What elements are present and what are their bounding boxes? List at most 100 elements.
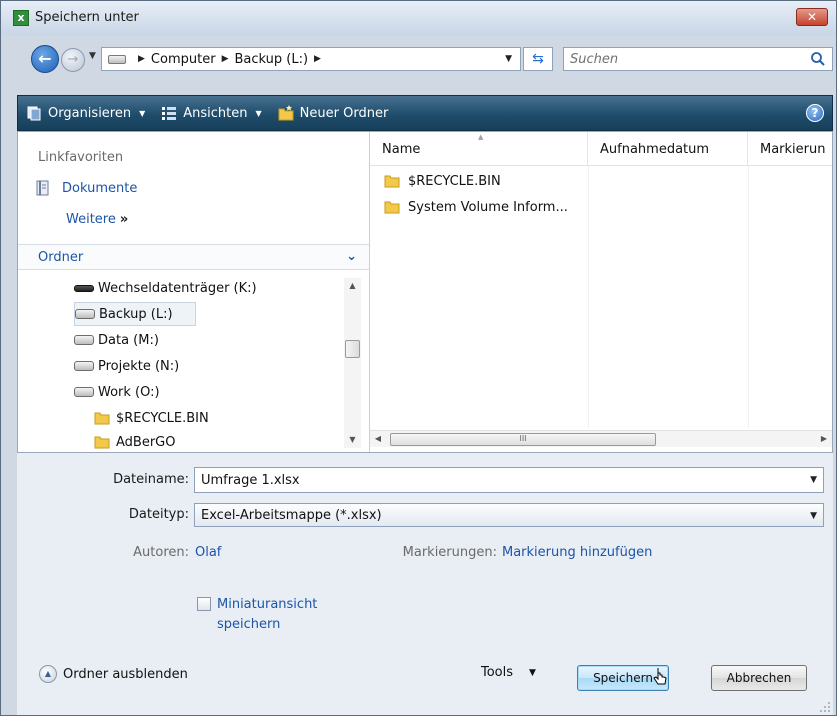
breadcrumb-computer[interactable]: Computer — [151, 52, 216, 67]
folder-icon — [94, 436, 110, 449]
back-button[interactable]: ← — [31, 45, 59, 73]
organize-button[interactable]: Organisieren ▼ — [18, 105, 153, 121]
organize-label: Organisieren — [48, 105, 132, 121]
favorites-heading: Linkfavoriten — [38, 150, 124, 165]
tree-item-label: AdBerGO — [116, 434, 176, 450]
filename-box[interactable]: ▼ — [194, 467, 824, 493]
folder-icon — [384, 201, 400, 214]
chevron-up-icon: ▲ — [39, 665, 57, 683]
address-bar[interactable]: ▶ Computer ▶ Backup (L:) ▶ ▼ — [101, 47, 521, 71]
folder-icon — [384, 175, 400, 188]
hide-folders-button[interactable]: ▲ Ordner ausblenden — [39, 665, 188, 683]
thumbnail-label[interactable]: Miniaturansicht speichern — [217, 595, 317, 635]
mouse-cursor-icon — [653, 668, 667, 685]
file-browser: Linkfavoriten Dokumente Weitere» Ordner … — [17, 131, 833, 453]
authors-value[interactable]: Olaf — [195, 545, 221, 560]
folders-header[interactable]: Ordner ⌄ — [18, 244, 369, 270]
chevron-down-icon: ▼ — [255, 108, 262, 118]
folders-title: Ordner — [38, 250, 84, 265]
resize-grip-icon[interactable] — [819, 701, 831, 713]
horizontal-scrollbar[interactable]: ◀ III ▶ — [370, 430, 832, 447]
views-icon — [162, 107, 177, 120]
column-date[interactable]: Aufnahmedatum — [588, 132, 748, 166]
documents-icon — [36, 180, 49, 196]
window-title: Speichern unter — [35, 10, 139, 25]
thumbnail-label-line: Miniaturansicht — [217, 597, 318, 612]
refresh-button[interactable]: ⇆ — [523, 47, 553, 71]
hide-folders-label: Ordner ausblenden — [63, 666, 188, 682]
scroll-right-icon[interactable]: ▶ — [816, 431, 832, 447]
drive-icon — [108, 54, 126, 64]
column-label: Aufnahmedatum — [600, 142, 710, 157]
forward-button[interactable]: → — [61, 48, 85, 72]
folder-tree: Wechseldatenträger (K:) Backup (L:) Data… — [18, 272, 348, 452]
file-name: $RECYCLE.BIN — [408, 173, 501, 189]
scroll-down-icon[interactable]: ▼ — [344, 432, 361, 448]
list-item[interactable]: $RECYCLE.BIN — [384, 170, 501, 192]
search-input[interactable] — [570, 51, 800, 67]
column-label: Markierun — [760, 142, 826, 157]
scroll-thumb[interactable] — [345, 340, 360, 358]
organize-icon — [27, 106, 41, 121]
folder-icon — [94, 412, 110, 425]
thumbnail-checkbox[interactable] — [197, 597, 211, 611]
tree-item-label: Backup (L:) — [99, 306, 173, 322]
cancel-button[interactable]: Abbrechen — [711, 665, 807, 691]
chevron-down-icon[interactable]: ▼ — [810, 475, 817, 485]
tree-item[interactable]: $RECYCLE.BIN — [94, 406, 294, 430]
chevron-right-icon[interactable]: ▶ — [138, 54, 145, 64]
drive-icon — [74, 335, 94, 345]
filetype-select[interactable]: Excel-Arbeitsmappe (*.xlsx) ▼ — [194, 503, 824, 527]
column-headers: ▲ Name Aufnahmedatum Markierun — [370, 132, 832, 166]
tree-item[interactable]: Projekte (N:) — [74, 354, 274, 378]
tree-item[interactable]: Work (O:) — [74, 380, 274, 404]
views-button[interactable]: Ansichten ▼ — [153, 105, 269, 121]
double-chevron-right-icon: » — [119, 212, 129, 227]
new-folder-icon — [278, 105, 294, 121]
recent-pages-dropdown[interactable]: ▼ — [89, 51, 96, 61]
address-dropdown[interactable]: ▼ — [505, 54, 512, 64]
drive-icon — [74, 361, 94, 371]
favorite-documents[interactable]: Dokumente — [36, 180, 137, 196]
filetype-label: Dateityp: — [128, 507, 189, 522]
chevron-down-icon: ▼ — [139, 108, 146, 118]
refresh-icon: ⇆ — [532, 51, 544, 67]
chevron-right-icon[interactable]: ▶ — [314, 54, 321, 64]
filename-input[interactable] — [201, 472, 791, 488]
authors-label: Autoren: — [133, 545, 189, 560]
favorite-label: Dokumente — [62, 180, 138, 196]
breadcrumb-backup[interactable]: Backup (L:) — [234, 52, 308, 67]
search-icon[interactable] — [810, 51, 826, 67]
excel-app-icon: x — [13, 10, 29, 26]
tree-item[interactable]: AdBerGO — [94, 430, 294, 454]
tree-scrollbar[interactable]: ▲ ▼ — [344, 278, 361, 448]
column-divider — [588, 166, 589, 428]
command-toolbar: Organisieren ▼ Ansichten ▼ Neuer Ordner … — [17, 95, 833, 131]
file-list: ▲ Name Aufnahmedatum Markierun $RECYCLE.… — [370, 132, 832, 452]
new-folder-button[interactable]: Neuer Ordner — [270, 105, 397, 121]
scroll-up-icon[interactable]: ▲ — [344, 278, 361, 294]
search-box[interactable] — [563, 47, 833, 71]
tags-value[interactable]: Markierung hinzufügen — [502, 545, 652, 560]
details-pane: Dateiname: ▼ Dateityp: Excel-Arbeitsmapp… — [17, 453, 833, 715]
tree-item-label: Data (M:) — [98, 332, 159, 348]
scroll-thumb[interactable]: III — [390, 433, 656, 446]
more-favorites-link[interactable]: Weitere» — [66, 212, 128, 227]
tree-item-label: Wechseldatenträger (K:) — [98, 280, 257, 296]
list-item[interactable]: System Volume Inform... — [384, 196, 568, 218]
tools-button[interactable]: Tools ▼ — [481, 665, 536, 680]
close-button[interactable]: ✕ — [796, 8, 828, 26]
sort-ascending-icon: ▲ — [478, 133, 484, 141]
tree-item-selected[interactable]: Backup (L:) — [74, 302, 196, 326]
tree-item[interactable]: Data (M:) — [74, 328, 274, 352]
column-name[interactable]: ▲ Name — [370, 132, 588, 166]
filename-label: Dateiname: — [113, 472, 189, 487]
navigation-bar: ← → ▼ ▶ Computer ▶ Backup (L:) ▶ ▼ ⇆ — [1, 35, 836, 85]
chevron-down-icon[interactable]: ⌄ — [346, 249, 357, 264]
scroll-left-icon[interactable]: ◀ — [370, 431, 386, 447]
column-tags[interactable]: Markierun — [748, 132, 832, 166]
column-divider — [748, 166, 749, 428]
help-icon[interactable]: ? — [806, 104, 824, 122]
tree-item[interactable]: Wechseldatenträger (K:) — [74, 276, 334, 300]
chevron-right-icon[interactable]: ▶ — [222, 54, 229, 64]
